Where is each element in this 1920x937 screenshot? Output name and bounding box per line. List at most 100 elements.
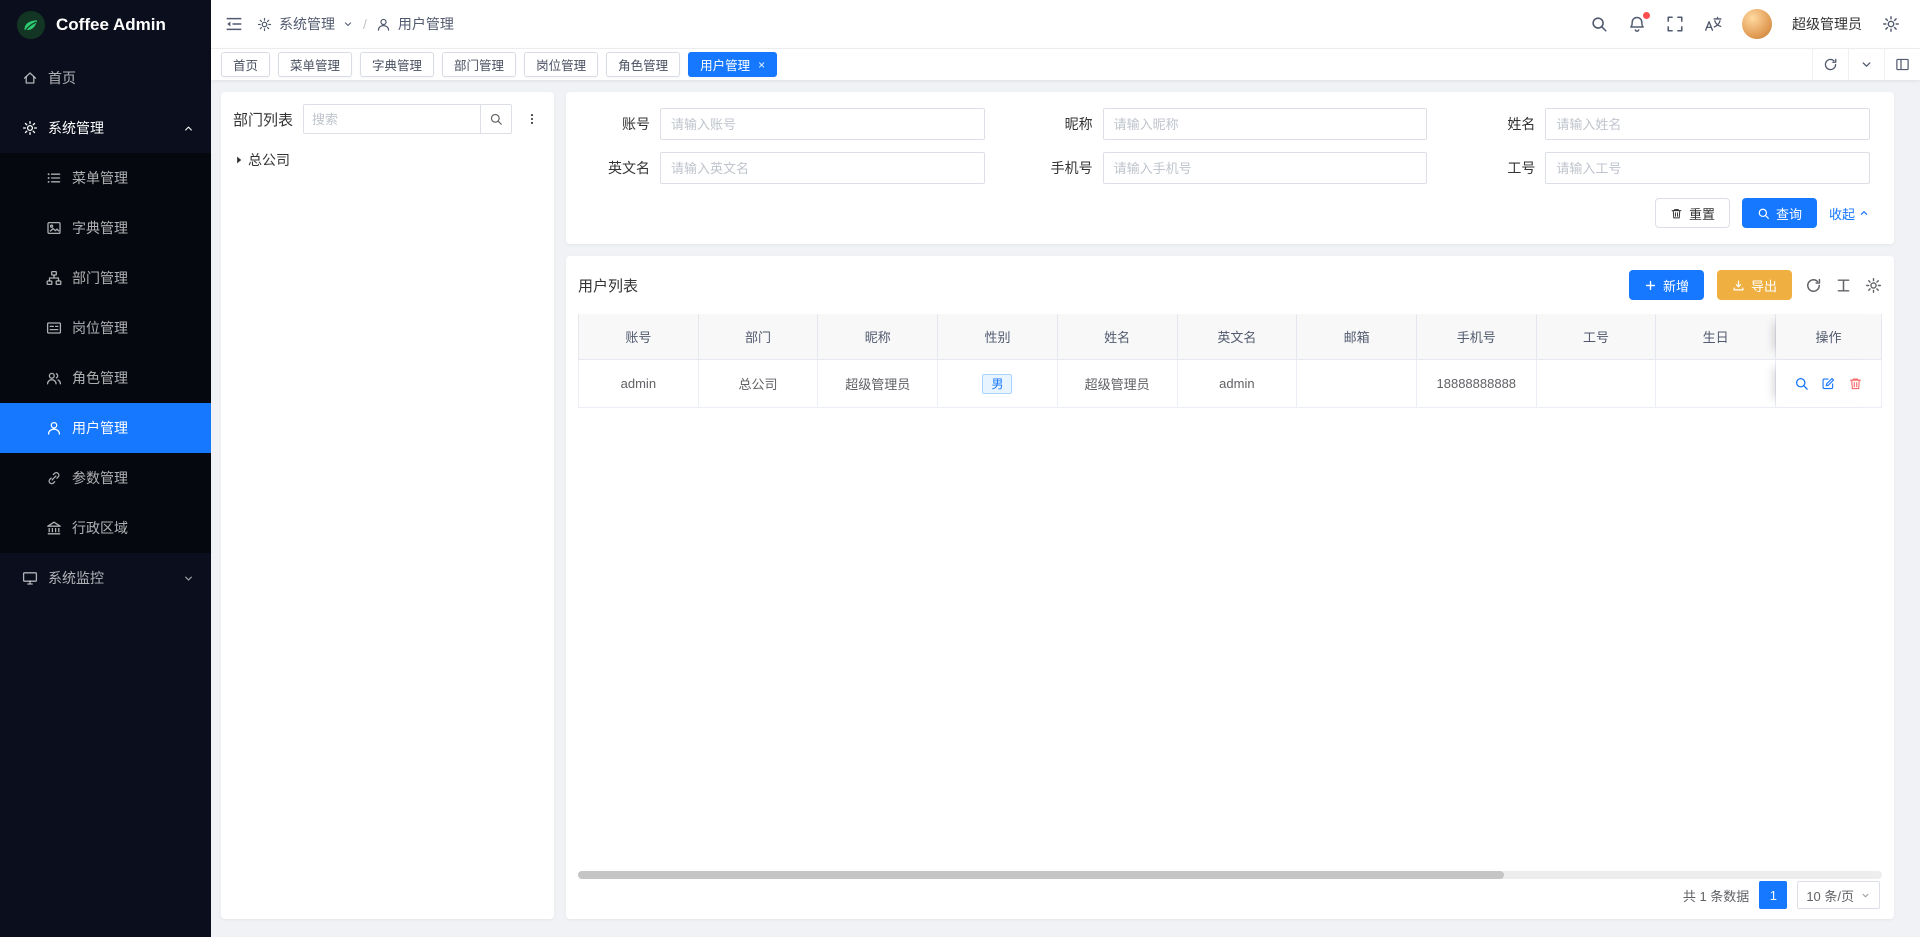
breadcrumb-separator: / <box>363 16 367 32</box>
refresh-table-icon[interactable] <box>1805 277 1822 294</box>
row-density-icon[interactable] <box>1835 277 1852 294</box>
sidebar-item-post-mgmt[interactable]: 岗位管理 <box>0 303 211 353</box>
name-input[interactable] <box>1545 108 1870 140</box>
delete-icon[interactable] <box>1848 376 1863 391</box>
chevron-down-icon <box>1860 890 1871 901</box>
tab-menu-mgmt[interactable]: 菜单管理 <box>278 52 352 77</box>
translate-icon[interactable] <box>1704 15 1722 33</box>
breadcrumb-section[interactable]: 系统管理 <box>279 14 335 34</box>
sidebar: Coffee Admin 首页 系统管理 菜单管理 字典管理 <box>0 0 211 937</box>
sidebar-item-role-mgmt[interactable]: 角色管理 <box>0 353 211 403</box>
caret-right-icon[interactable] <box>233 154 245 166</box>
download-icon <box>1732 279 1745 292</box>
english-name-input[interactable] <box>660 152 985 184</box>
sidebar-item-menu-mgmt[interactable]: 菜单管理 <box>0 153 211 203</box>
export-label: 导出 <box>1751 276 1777 295</box>
account-input[interactable] <box>660 108 985 140</box>
search-icon <box>489 112 503 126</box>
logo-icon <box>16 10 46 40</box>
tabbar-tools <box>1812 49 1920 80</box>
tab-dict-mgmt[interactable]: 字典管理 <box>360 52 434 77</box>
view-icon[interactable] <box>1794 376 1809 391</box>
tree-node-root[interactable]: 总公司 <box>233 148 542 172</box>
page-button-1[interactable]: 1 <box>1759 881 1787 909</box>
page-size-select[interactable]: 10 条/页 <box>1797 881 1880 909</box>
sidebar-item-home[interactable]: 首页 <box>0 53 211 103</box>
settings-gear-icon[interactable] <box>1882 15 1900 33</box>
dept-search-button[interactable] <box>480 104 512 134</box>
sidebar-item-user-mgmt[interactable]: 用户管理 <box>0 403 211 453</box>
sidebar-item-label: 菜单管理 <box>72 168 128 188</box>
filter-field-phone: 手机号 <box>1025 152 1428 184</box>
cell-actions <box>1776 360 1882 407</box>
nickname-input[interactable] <box>1103 108 1428 140</box>
search-button[interactable]: 查询 <box>1742 198 1817 228</box>
reset-button[interactable]: 重置 <box>1655 198 1730 228</box>
notification-bell-icon[interactable] <box>1628 15 1646 33</box>
sidebar-item-dict-mgmt[interactable]: 字典管理 <box>0 203 211 253</box>
tab-post-mgmt[interactable]: 岗位管理 <box>524 52 598 77</box>
collapse-filter-link[interactable]: 收起 <box>1829 204 1870 223</box>
dept-search-input[interactable] <box>303 104 480 134</box>
tab-label: 字典管理 <box>372 55 422 74</box>
sidebar-item-label: 行政区域 <box>72 518 128 538</box>
filter-label: 姓名 <box>1467 114 1545 134</box>
sidebar-item-param-mgmt[interactable]: 参数管理 <box>0 453 211 503</box>
search-icon[interactable] <box>1590 15 1608 33</box>
sidebar-item-label: 系统监控 <box>48 568 104 588</box>
col-actions: 操作 <box>1776 314 1882 359</box>
notification-badge <box>1643 12 1650 19</box>
col-email: 邮箱 <box>1297 314 1417 359</box>
export-button[interactable]: 导出 <box>1717 270 1792 300</box>
job-number-input[interactable] <box>1545 152 1870 184</box>
sidebar-item-region-mgmt[interactable]: 行政区域 <box>0 503 211 553</box>
tab-label: 岗位管理 <box>536 55 586 74</box>
logo[interactable]: Coffee Admin <box>0 0 211 49</box>
tab-dept-mgmt[interactable]: 部门管理 <box>442 52 516 77</box>
col-name: 姓名 <box>1058 314 1178 359</box>
column-settings-gear-icon[interactable] <box>1865 277 1882 294</box>
sidebar-item-system-mgmt[interactable]: 系统管理 <box>0 103 211 153</box>
avatar[interactable] <box>1742 9 1772 39</box>
sidebar-item-label: 部门管理 <box>72 268 128 288</box>
refresh-tab-button[interactable] <box>1812 49 1848 80</box>
breadcrumb-page[interactable]: 用户管理 <box>398 14 454 34</box>
layout-icon <box>1895 57 1910 72</box>
filter-label: 英文名 <box>582 158 660 178</box>
filter-field-nickname: 昵称 <box>1025 108 1428 140</box>
dept-tree: 总公司 <box>233 148 542 172</box>
tab-options-button[interactable] <box>1848 49 1884 80</box>
phone-input[interactable] <box>1103 152 1428 184</box>
tab-home[interactable]: 首页 <box>221 52 270 77</box>
filter-panel: 账号 昵称 姓名 英文名 <box>566 92 1894 244</box>
tab-user-mgmt[interactable]: 用户管理 × <box>688 52 777 77</box>
tab-close-icon[interactable]: × <box>758 59 765 71</box>
table-row[interactable]: admin 总公司 超级管理员 男 超级管理员 admin 1888888888… <box>578 360 1882 408</box>
filter-field-english-name: 英文名 <box>582 152 985 184</box>
layout-toggle-button[interactable] <box>1884 49 1920 80</box>
filter-label: 账号 <box>582 114 660 134</box>
table-body: admin 总公司 超级管理员 男 超级管理员 admin 1888888888… <box>578 360 1882 408</box>
add-button[interactable]: 新增 <box>1629 270 1704 300</box>
chevron-down-icon <box>182 572 195 585</box>
tab-role-mgmt[interactable]: 角色管理 <box>606 52 680 77</box>
horizontal-scrollbar-thumb[interactable] <box>578 871 1504 879</box>
topbar-tools: 超级管理员 <box>1590 9 1900 39</box>
user-list-panel: 用户列表 新增 导出 <box>566 256 1894 919</box>
collapse-sidebar-icon[interactable] <box>225 15 243 33</box>
sidebar-item-dept-mgmt[interactable]: 部门管理 <box>0 253 211 303</box>
username[interactable]: 超级管理员 <box>1792 14 1862 34</box>
breadcrumb: 系统管理 / 用户管理 <box>257 14 454 34</box>
add-label: 新增 <box>1663 276 1689 295</box>
tab-label: 用户管理 <box>700 55 750 74</box>
dept-more-button[interactable] <box>522 112 542 126</box>
home-icon <box>22 70 38 86</box>
edit-icon[interactable] <box>1821 376 1836 391</box>
pagination: 共 1 条数据 1 10 条/页 <box>1683 881 1880 909</box>
tab-label: 首页 <box>233 55 258 74</box>
horizontal-scrollbar <box>578 871 1882 879</box>
sidebar-item-system-monitor[interactable]: 系统监控 <box>0 553 211 603</box>
plus-icon <box>1644 279 1657 292</box>
fullscreen-icon[interactable] <box>1666 15 1684 33</box>
filter-actions: 重置 查询 收起 <box>582 198 1870 228</box>
